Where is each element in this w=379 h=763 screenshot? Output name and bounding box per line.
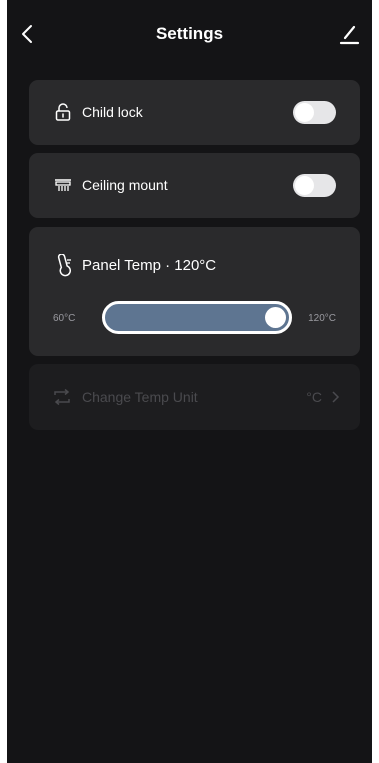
edit-button[interactable] [338, 22, 360, 46]
toggle-knob [295, 103, 314, 122]
pencil-icon [339, 25, 360, 45]
slider-min-label: 60°C [53, 313, 76, 324]
ceiling-mount-row: Ceiling mount [29, 153, 360, 218]
ceiling-mount-label: Ceiling mount [82, 177, 168, 193]
ceiling-mount-toggle[interactable] [293, 174, 336, 197]
slider-max-label: 120°C [308, 313, 336, 324]
header: Settings [7, 0, 372, 70]
settings-screen: Settings Child lock Ceiling mount Panel … [7, 0, 372, 763]
temp-unit-value: °C [306, 389, 322, 405]
panel-temp-title: Panel Temp · 120°C [82, 257, 217, 274]
chevron-right-icon [332, 391, 340, 403]
thermometer-icon [57, 254, 71, 277]
page-title: Settings [155, 24, 224, 43]
change-temp-unit-row[interactable]: Change Temp Unit °C [29, 364, 360, 430]
toggle-knob [295, 176, 314, 195]
swap-icon [54, 388, 70, 406]
child-lock-toggle[interactable] [293, 101, 336, 124]
lock-icon [55, 103, 71, 121]
child-lock-row: Child lock [29, 80, 360, 145]
slider-thumb[interactable] [265, 307, 286, 328]
temp-unit-label: Change Temp Unit [82, 389, 198, 405]
child-lock-label: Child lock [82, 104, 143, 120]
ceiling-heater-icon [55, 179, 71, 191]
panel-temp-card: Panel Temp · 120°C 60°C 120°C [29, 227, 360, 356]
panel-temp-slider[interactable] [102, 301, 292, 334]
